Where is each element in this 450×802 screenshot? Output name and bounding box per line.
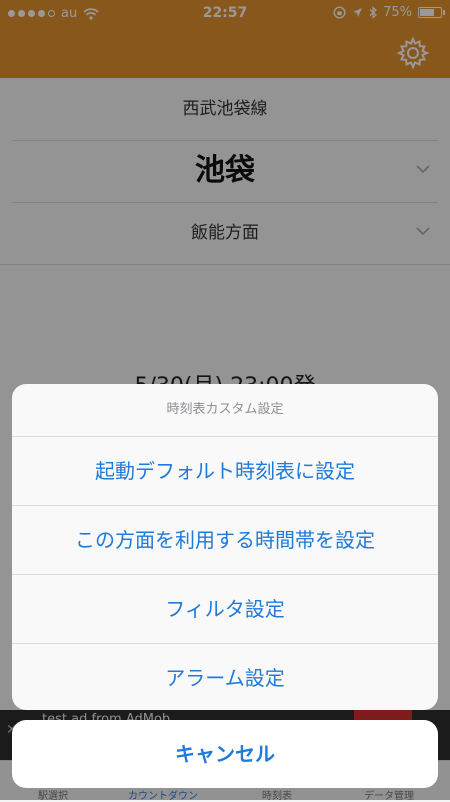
alarm-settings-button[interactable]: アラーム設定 (12, 644, 438, 710)
set-default-timetable-button[interactable]: 起動デフォルト時刻表に設定 (12, 437, 438, 506)
action-sheet: 時刻表カスタム設定 起動デフォルト時刻表に設定 この方面を利用する時間帯を設定 … (12, 384, 438, 710)
filter-settings-button[interactable]: フィルタ設定 (12, 575, 438, 644)
action-sheet-title: 時刻表カスタム設定 (12, 384, 438, 437)
cancel-button[interactable]: キャンセル (12, 720, 438, 788)
set-usage-time-button[interactable]: この方面を利用する時間帯を設定 (12, 506, 438, 575)
